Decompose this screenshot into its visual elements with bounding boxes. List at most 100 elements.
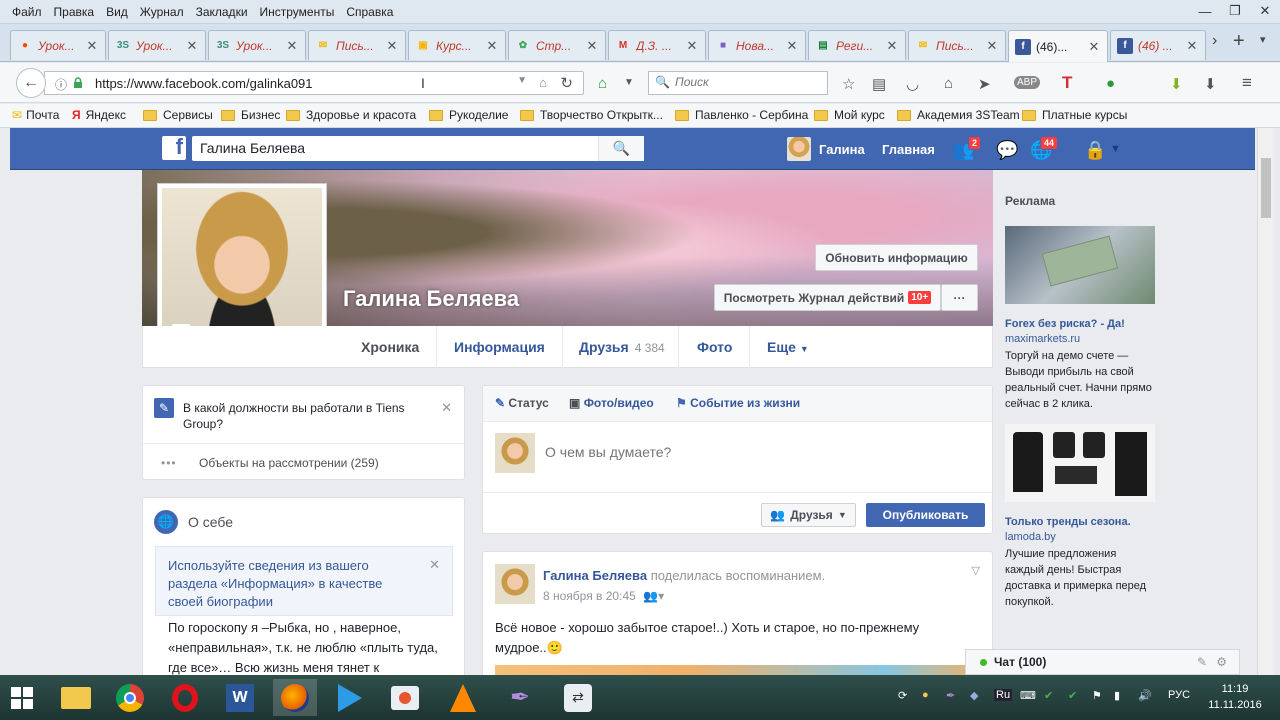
input-language[interactable]: РУС bbox=[1168, 689, 1190, 701]
start-button[interactable] bbox=[0, 679, 44, 716]
bookmark-folder-paid-courses[interactable]: Платные курсы bbox=[1022, 108, 1127, 122]
keyboard-icon[interactable]: ⌨ bbox=[1020, 689, 1036, 702]
tab-close-icon[interactable]: ✕ bbox=[385, 38, 399, 54]
ad-domain[interactable]: lamoda.by bbox=[1005, 531, 1155, 543]
ad-title[interactable]: Forex без риска? - Да! bbox=[1005, 318, 1155, 330]
tab-10[interactable]: ✉ Пись... ✕ bbox=[908, 30, 1006, 60]
update-info-button[interactable]: Обновить информацию bbox=[815, 244, 978, 271]
bookmark-folder-my-course[interactable]: Мой курс bbox=[814, 108, 885, 122]
ad-domain[interactable]: maximarkets.ru bbox=[1005, 333, 1155, 345]
extension-icon[interactable]: ● bbox=[1106, 75, 1115, 92]
clock[interactable]: 11:19 11.11.2016 bbox=[1205, 681, 1265, 713]
more-options-button[interactable]: ··· bbox=[941, 284, 978, 311]
post-date[interactable]: 8 ноября в 20:45 bbox=[543, 589, 636, 603]
check-arrow-icon[interactable]: ✔ bbox=[1068, 689, 1077, 702]
post-options-icon[interactable]: ▽ bbox=[972, 564, 980, 577]
tab-7[interactable]: M Д.З. ... ✕ bbox=[608, 30, 706, 60]
search-box[interactable]: 🔍 bbox=[648, 71, 828, 95]
tab-friends[interactable]: Друзья 4 384 bbox=[579, 339, 665, 355]
close-window-button[interactable]: ✕ bbox=[1250, 0, 1280, 22]
url-input[interactable] bbox=[95, 74, 515, 92]
tray-shield-icon[interactable]: ◆ bbox=[970, 689, 978, 702]
tab-close-icon[interactable]: ✕ bbox=[585, 38, 599, 54]
menu-tools[interactable]: Инструменты bbox=[254, 3, 341, 21]
tab-8[interactable]: ■ Нова... ✕ bbox=[708, 30, 806, 60]
adblock-icon[interactable]: ABP bbox=[1014, 76, 1041, 89]
info-icon[interactable]: ⓘ bbox=[55, 76, 67, 93]
bookmark-folder-crafts[interactable]: Рукоделие bbox=[429, 108, 508, 122]
bookmark-yandex[interactable]: Я Яндекс bbox=[72, 108, 126, 122]
network-icon[interactable]: ▮ bbox=[1114, 689, 1120, 702]
addon-dropdown-icon[interactable]: ▼ bbox=[624, 77, 634, 88]
activity-log-button[interactable]: Посмотреть Журнал действий 10+ bbox=[714, 284, 941, 311]
pending-items-link[interactable]: Объекты на рассмотрении (259) bbox=[199, 456, 379, 470]
pocket-icon[interactable]: ◡ bbox=[906, 75, 919, 93]
search-input[interactable] bbox=[675, 75, 815, 89]
tab-close-icon[interactable]: ✕ bbox=[685, 38, 699, 54]
chat-bar[interactable]: Чат (100) ✎ ⚙ bbox=[965, 649, 1240, 675]
dismiss-icon[interactable]: ✕ bbox=[441, 400, 452, 416]
facebook-search-button[interactable]: 🔍 bbox=[598, 136, 644, 161]
new-message-icon[interactable]: ✎ bbox=[1197, 655, 1207, 669]
tab-close-icon[interactable]: ✕ bbox=[1185, 38, 1199, 54]
bookmark-folder-services[interactable]: Сервисы bbox=[143, 108, 213, 122]
back-button[interactable]: ← bbox=[16, 68, 46, 98]
tab-1[interactable]: ● Урок... ✕ bbox=[10, 30, 106, 60]
tab-4[interactable]: ✉ Пись... ✕ bbox=[308, 30, 406, 60]
privacy-lock-icon[interactable]: 🔒 bbox=[1084, 140, 1106, 161]
bookmark-folder-creativity[interactable]: Творчество Открытк... bbox=[520, 108, 663, 122]
translate-icon[interactable]: T bbox=[1062, 73, 1072, 93]
audience-icon[interactable]: 👥▾ bbox=[643, 589, 664, 603]
explorer-icon[interactable] bbox=[54, 679, 98, 716]
downloads-icon[interactable]: ⬇ bbox=[1204, 75, 1217, 93]
composer-tab-status[interactable]: ✎ Статус bbox=[495, 396, 549, 410]
tray-app-icon[interactable]: ● bbox=[922, 689, 929, 701]
account-menu-icon[interactable]: ▼ bbox=[1110, 143, 1121, 155]
tab-close-icon[interactable]: ✕ bbox=[785, 38, 799, 54]
address-bar[interactable]: ⓘ I ▼ ⌂ ↻ bbox=[44, 71, 584, 95]
tab-close-icon[interactable]: ✕ bbox=[885, 38, 899, 54]
tab-info[interactable]: Информация bbox=[454, 339, 545, 355]
flag-icon[interactable]: ⚑ bbox=[1092, 689, 1102, 702]
tab-close-icon[interactable]: ✕ bbox=[485, 38, 499, 54]
publish-button[interactable]: Опубликовать bbox=[866, 503, 985, 527]
search-engine-icon[interactable]: 🔍 bbox=[655, 75, 670, 89]
home-icon[interactable]: ⌂ bbox=[944, 75, 953, 92]
messages-icon[interactable]: 💬 bbox=[996, 140, 1018, 161]
audience-selector[interactable]: 👥 Друзья ▼ bbox=[761, 503, 856, 527]
bookmark-star-icon[interactable]: ☆ bbox=[842, 75, 855, 93]
tab-chronicle[interactable]: Хроника bbox=[361, 339, 419, 355]
url-dropdown-icon[interactable]: ▼ bbox=[517, 75, 527, 86]
facebook-search[interactable]: 🔍 bbox=[192, 136, 644, 161]
menu-edit[interactable]: Правка bbox=[48, 3, 101, 21]
menu-help[interactable]: Справка bbox=[340, 3, 399, 21]
bookmark-folder-pavlenko[interactable]: Павленко - Сербина bbox=[675, 108, 808, 122]
ad-image-forex[interactable] bbox=[1005, 226, 1155, 304]
word-icon[interactable]: W bbox=[218, 679, 262, 716]
ad-image-lamoda[interactable] bbox=[1005, 424, 1155, 502]
home-addon-icon[interactable]: ⌂ bbox=[598, 75, 607, 92]
language-ru-icon[interactable]: Ru bbox=[994, 689, 1013, 701]
post-image[interactable] bbox=[495, 665, 982, 675]
menu-bookmarks[interactable]: Закладки bbox=[190, 3, 254, 21]
tab-2[interactable]: 3S Урок... ✕ bbox=[108, 30, 206, 60]
bookmark-folder-academy[interactable]: Академия 3STeam bbox=[897, 108, 1020, 122]
facebook-logo[interactable]: f bbox=[162, 134, 186, 160]
teamviewer-icon[interactable]: ⇄ bbox=[556, 679, 600, 716]
tab-12[interactable]: f (46) ... ✕ bbox=[1110, 30, 1206, 60]
site-home-icon[interactable]: ⌂ bbox=[539, 75, 547, 90]
profile-link[interactable]: Галина bbox=[787, 137, 865, 161]
presentation-icon[interactable] bbox=[383, 679, 427, 716]
tab-3[interactable]: 3S Урок... ✕ bbox=[208, 30, 306, 60]
tab-close-icon[interactable]: ✕ bbox=[1087, 39, 1101, 55]
feather-icon[interactable]: ✒ bbox=[498, 679, 542, 716]
composer-input[interactable] bbox=[545, 444, 965, 460]
download-helper-icon[interactable]: ⬇ bbox=[1170, 75, 1183, 93]
composer-tab-photo[interactable]: ▣ Фото/видео bbox=[569, 396, 654, 410]
sync-icon[interactable]: ⟳ bbox=[898, 689, 907, 702]
bookmark-mail[interactable]: ✉ Почта bbox=[12, 108, 59, 122]
tab-close-icon[interactable]: ✕ bbox=[285, 38, 299, 54]
tab-9[interactable]: ▤ Реги... ✕ bbox=[808, 30, 906, 60]
send-icon[interactable]: ➤ bbox=[978, 75, 991, 93]
profile-name[interactable]: Галина Беляева bbox=[343, 286, 519, 312]
